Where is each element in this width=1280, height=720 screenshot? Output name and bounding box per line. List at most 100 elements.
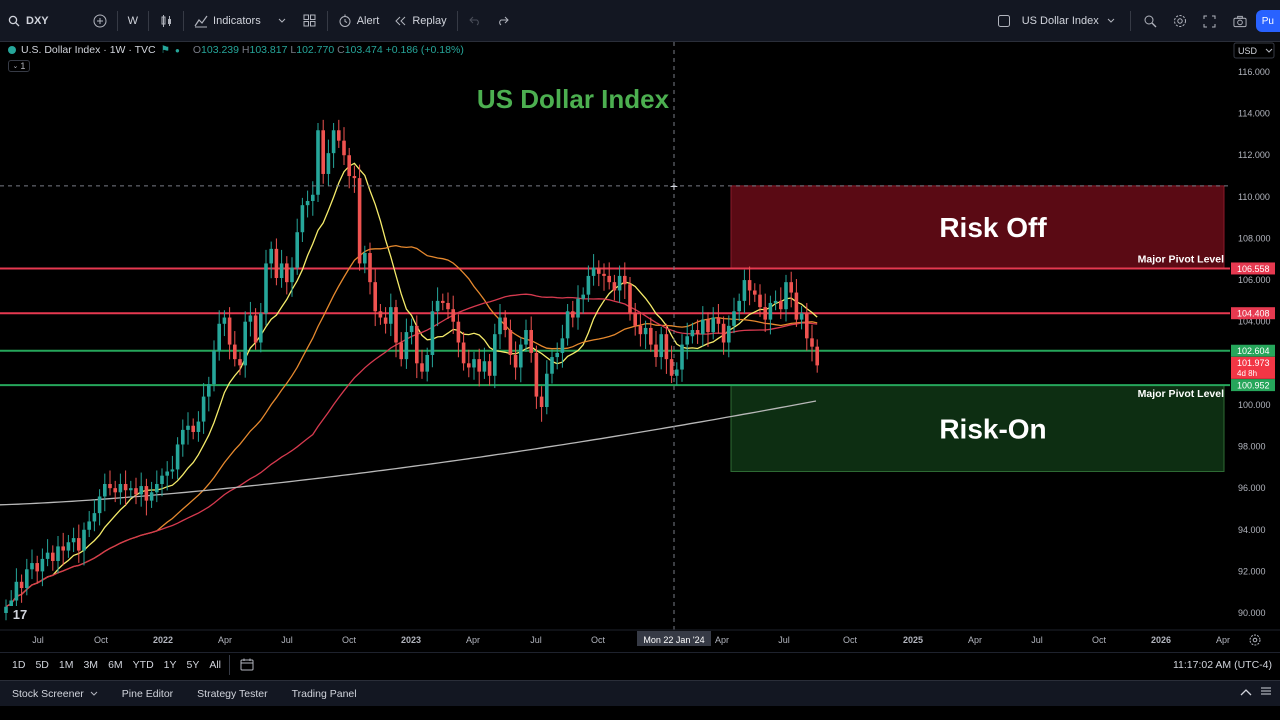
pivot-label: Major Pivot Level	[1138, 388, 1224, 400]
tab-label: Trading Panel	[291, 687, 357, 700]
candle-body	[524, 330, 528, 345]
bottom-strip	[0, 706, 1280, 720]
candle-body	[103, 483, 107, 497]
indicators-dropdown[interactable]	[268, 7, 296, 35]
interval-button[interactable]: W	[121, 7, 145, 35]
candle-body	[222, 317, 227, 324]
indicators-button[interactable]: Indicators	[187, 7, 268, 35]
candle-body	[92, 513, 97, 522]
candle-body	[342, 140, 346, 156]
compare-button[interactable]	[86, 7, 114, 35]
currency-selector[interactable]: USD	[1233, 42, 1275, 59]
goto-date-button[interactable]	[233, 651, 261, 679]
range-button-3m[interactable]: 3M	[78, 659, 103, 671]
candle-body	[113, 488, 117, 493]
alarm-clock-icon	[338, 14, 352, 28]
candle-body	[711, 317, 715, 333]
replay-button[interactable]: Replay	[386, 7, 453, 35]
range-button-6m[interactable]: 6M	[103, 659, 128, 671]
candle-body	[623, 275, 627, 285]
range-button-all[interactable]: All	[204, 659, 226, 671]
candle-body	[550, 357, 554, 374]
candle-body	[378, 311, 383, 318]
candle-body	[243, 321, 247, 366]
search-icon	[7, 14, 21, 28]
candle-body	[534, 352, 539, 397]
candle-body	[446, 302, 450, 310]
candle-body	[789, 282, 793, 293]
bottom-panel-bar: Stock Screener Pine Editor Strategy Test…	[0, 680, 1280, 706]
settings-button[interactable]	[1166, 7, 1194, 35]
candle-body	[591, 267, 596, 276]
range-button-1y[interactable]: 1Y	[159, 659, 182, 671]
candle-body	[389, 307, 393, 324]
price-tag-label: 104.408	[1237, 309, 1270, 319]
candle-body	[810, 338, 814, 347]
range-button-1d[interactable]: 1D	[7, 659, 30, 671]
candle-body	[456, 321, 461, 343]
expand-panel-button[interactable]	[1240, 687, 1252, 699]
clock: 11:17:02 AM (UTC-4)	[1172, 658, 1272, 671]
symbol-search[interactable]: DXY	[0, 7, 56, 35]
candle-body	[643, 327, 648, 335]
candle-body	[30, 563, 34, 570]
range-buttons: 1D 5D 1M 3M 6M YTD 1Y 5Y All	[0, 659, 226, 671]
range-button-1m[interactable]: 1M	[54, 659, 79, 671]
candle-body	[508, 330, 513, 355]
tab-pine-editor[interactable]: Pine Editor	[110, 688, 185, 700]
candle-body	[659, 334, 663, 358]
tab-trading-panel[interactable]: Trading Panel	[280, 688, 369, 700]
range-button-5d[interactable]: 5D	[30, 659, 53, 671]
divider	[1129, 11, 1131, 31]
candle-body	[4, 606, 8, 613]
chart-type-button[interactable]	[152, 7, 180, 35]
candle-body	[779, 300, 783, 310]
toolbar-right: US Dollar Index Pu	[990, 0, 1280, 42]
tab-strategy-tester[interactable]: Strategy Tester	[185, 688, 279, 700]
candle-body	[732, 311, 736, 326]
candle-body	[498, 317, 502, 335]
undo-button[interactable]	[461, 7, 489, 35]
y-tick-label: 108.000	[1238, 233, 1271, 243]
redo-button[interactable]	[489, 7, 517, 35]
layouts-button[interactable]	[296, 7, 324, 35]
x-tick-label: 2026	[1151, 635, 1171, 645]
candle-body	[82, 529, 86, 551]
candle-body	[77, 538, 81, 551]
candle-body	[758, 294, 762, 308]
alert-button[interactable]: Alert	[331, 7, 387, 35]
symbol-legend: U.S. Dollar Index · 1W · TVC ⚑ ● O103.23…	[8, 43, 464, 57]
publish-button[interactable]: Pu	[1255, 10, 1280, 32]
y-tick-label: 94.000	[1238, 525, 1266, 535]
collapse-indicators-button[interactable]: ⌄ 1	[8, 60, 30, 72]
snapshot-button[interactable]	[1226, 7, 1254, 35]
x-tick-label: Oct	[591, 635, 606, 645]
y-tick-label: 98.000	[1238, 442, 1266, 452]
tab-label: Strategy Tester	[197, 687, 268, 700]
candle-body	[545, 373, 549, 408]
y-tick-label: 114.000	[1238, 109, 1270, 119]
chevron-down-icon	[1104, 14, 1118, 28]
price-chart[interactable]: +110.526Mon 22 Jan '24 US Dollar Index R…	[0, 42, 1280, 652]
candle-body	[597, 267, 601, 274]
fullscreen-button[interactable]	[1196, 7, 1224, 35]
range-button-5y[interactable]: 5Y	[182, 659, 205, 671]
quick-search-button[interactable]	[1136, 7, 1164, 35]
tab-stock-screener[interactable]: Stock Screener	[0, 688, 110, 700]
layout-name-label: US Dollar Index	[1021, 15, 1099, 27]
range-button-ytd[interactable]: YTD	[128, 659, 159, 671]
candle-body	[404, 332, 409, 360]
y-tick-label: 100.000	[1238, 400, 1271, 410]
candle-body	[217, 323, 221, 351]
panel-menu-button[interactable]	[1260, 686, 1272, 699]
zone-label: Risk-On	[939, 413, 1046, 444]
candle-body	[363, 253, 367, 264]
tradingview-logo: 17	[8, 606, 32, 622]
candle-body	[685, 336, 689, 345]
candle-body	[394, 307, 398, 343]
fullscreen-icon	[1203, 14, 1217, 28]
candle-body	[805, 313, 809, 339]
candle-body	[607, 275, 611, 283]
layout-name-button[interactable]: US Dollar Index	[990, 7, 1125, 35]
candle-body	[97, 496, 102, 514]
